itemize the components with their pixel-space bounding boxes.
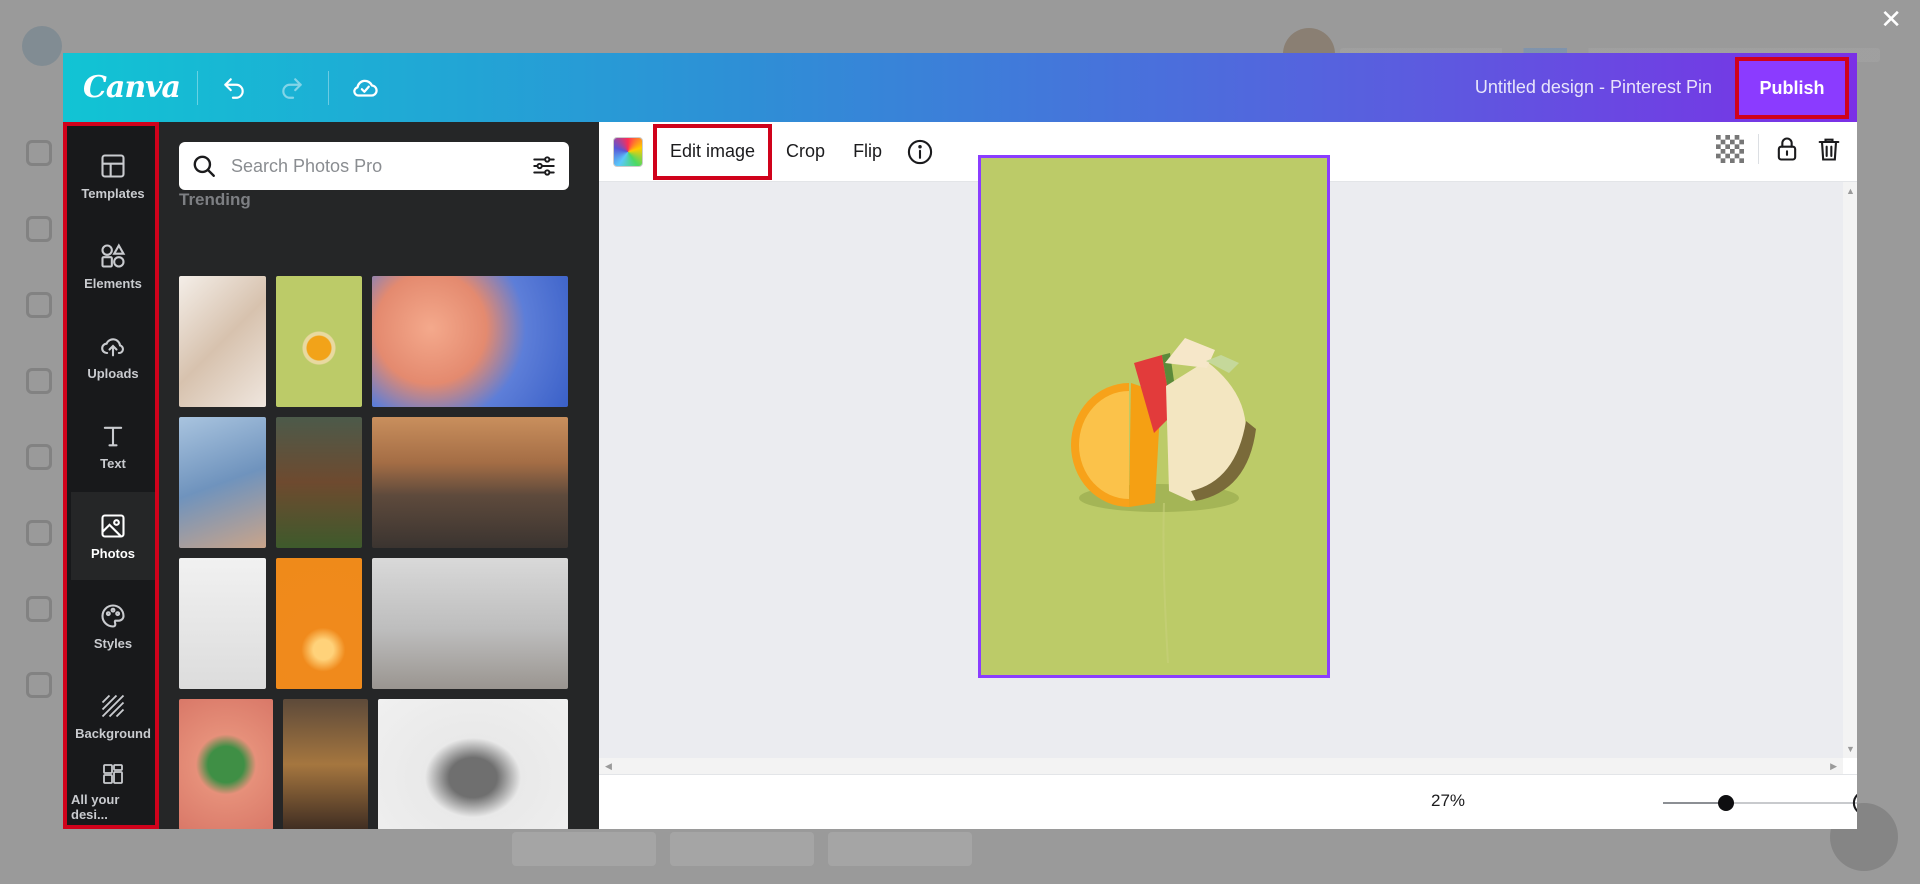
section-title: Trending xyxy=(179,190,251,209)
rail-label: Styles xyxy=(93,635,133,651)
color-picker-button[interactable] xyxy=(613,136,643,167)
search-bar xyxy=(179,142,569,190)
undo-icon[interactable] xyxy=(212,66,256,110)
zoom-slider-fill xyxy=(1663,802,1726,804)
designs-icon xyxy=(103,764,123,784)
app-logo xyxy=(22,26,62,66)
photo-thumbnail[interactable] xyxy=(179,276,266,407)
text-icon xyxy=(103,426,123,446)
palette-icon xyxy=(101,603,125,628)
crop-button[interactable]: Crop xyxy=(772,122,839,182)
photo-thumbnail[interactable] xyxy=(372,417,568,548)
rail-label: Text xyxy=(100,455,126,471)
rail-item-photos[interactable]: Photos xyxy=(71,492,155,580)
rail-label: Photos xyxy=(90,545,136,561)
document-title[interactable]: Untitled design - Pinterest Pin xyxy=(1475,53,1712,122)
photo-thumbnail[interactable] xyxy=(179,558,266,689)
filter-icon[interactable] xyxy=(531,153,557,179)
rail-item-background[interactable]: Background xyxy=(71,672,155,760)
info-icon[interactable] xyxy=(906,138,934,166)
rail-item-uploads[interactable]: Uploads xyxy=(71,312,155,400)
zoom-slider[interactable] xyxy=(1663,795,1857,811)
rail-item-text[interactable]: Text xyxy=(71,402,155,490)
rail-label: Uploads xyxy=(87,365,139,381)
flip-button[interactable]: Flip xyxy=(839,122,896,182)
rail-item-elements[interactable]: Elements xyxy=(71,222,155,310)
zoom-level[interactable]: 27% xyxy=(1431,791,1465,811)
vertical-scrollbar[interactable]: ▲ ▼ xyxy=(1843,182,1857,758)
lock-icon[interactable] xyxy=(1773,135,1801,163)
photos-panel: Trending xyxy=(159,122,599,829)
rail-item-templates[interactable]: Templates xyxy=(71,132,155,220)
publish-button[interactable]: Publish xyxy=(1735,57,1849,119)
rail-label: Background xyxy=(75,725,151,741)
background-sidebar xyxy=(26,140,52,698)
rail-item-styles[interactable]: Styles xyxy=(71,582,155,670)
horizontal-scrollbar[interactable]: ◀ ▶ xyxy=(599,758,1843,774)
templates-icon xyxy=(101,153,125,178)
canva-logo: Canva xyxy=(83,70,181,105)
cloud-saved-icon[interactable] xyxy=(343,66,387,110)
photo-thumbnail[interactable] xyxy=(179,699,273,829)
toolbar-right xyxy=(1716,134,1843,164)
rail-label: Templates xyxy=(81,185,145,201)
canva-editor-modal: Canva Untitled design - Pinterest Pin Pu… xyxy=(63,53,1857,829)
photo-thumbnail[interactable] xyxy=(179,417,266,548)
photo-thumbnail[interactable] xyxy=(276,276,362,407)
background-footer-buttons xyxy=(512,832,972,866)
rail-label: All your desi... xyxy=(71,792,120,822)
fruit-image[interactable] xyxy=(981,158,1327,675)
side-rail: Templates Elements Uploads Text Photos S… xyxy=(63,122,159,829)
photo-thumbnail[interactable] xyxy=(276,417,362,548)
design-artboard[interactable] xyxy=(978,155,1330,678)
editor-footer: 27% xyxy=(599,774,1857,829)
photo-thumbnail[interactable] xyxy=(276,558,362,689)
editor-topbar: Canva Untitled design - Pinterest Pin Pu… xyxy=(63,53,1857,122)
rail-item-all-designs[interactable]: All your desi... xyxy=(71,762,155,822)
rail-label: Elements xyxy=(84,275,142,291)
transparency-icon[interactable] xyxy=(1716,135,1744,163)
photo-thumbnail[interactable] xyxy=(372,558,568,689)
photo-thumbnail[interactable] xyxy=(283,699,368,829)
background-icon xyxy=(101,694,125,717)
search-icon xyxy=(193,155,215,177)
elements-icon xyxy=(101,242,126,268)
search-input[interactable] xyxy=(231,155,523,177)
help-icon[interactable] xyxy=(1851,789,1857,817)
trash-icon[interactable] xyxy=(1815,135,1843,163)
redo-icon[interactable] xyxy=(270,66,314,110)
photo-thumbnail[interactable] xyxy=(378,699,568,829)
upload-cloud-icon xyxy=(101,337,124,356)
photo-thumbnail[interactable] xyxy=(372,276,568,407)
photo-icon xyxy=(101,513,125,538)
close-icon[interactable]: ✕ xyxy=(1880,4,1902,34)
edit-image-button[interactable]: Edit image xyxy=(653,123,773,180)
zoom-slider-handle[interactable] xyxy=(1717,795,1734,811)
